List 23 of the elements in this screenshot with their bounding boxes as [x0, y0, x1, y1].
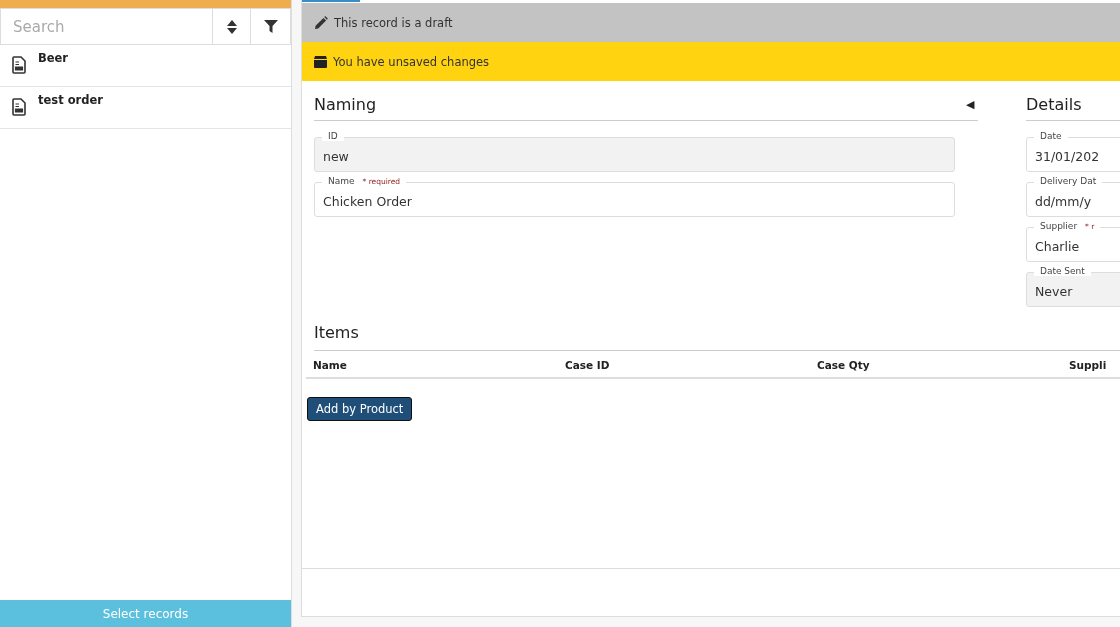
document-icon	[12, 98, 26, 116]
banner-text: This record is a draft	[334, 15, 453, 30]
box-icon	[314, 55, 327, 68]
record-item[interactable]: test order	[0, 87, 291, 129]
active-tab-indicator	[302, 0, 360, 2]
pencil-icon	[314, 15, 328, 30]
filter-button[interactable]	[251, 8, 291, 45]
banner-text: You have unsaved changes	[333, 54, 490, 69]
column-header: Suppli	[1069, 359, 1108, 371]
section-title: Details	[1026, 95, 1082, 114]
search-field[interactable]: Search	[0, 8, 213, 45]
column-header: Case ID	[565, 359, 611, 371]
add-by-product-button[interactable]: Add by Product	[307, 397, 413, 421]
section-title: Naming	[314, 95, 377, 114]
record-item[interactable]: Beer	[0, 45, 291, 87]
column-header: Name	[313, 359, 348, 371]
collapse-button[interactable]: ◀	[962, 98, 978, 111]
document-icon	[12, 56, 26, 74]
sort-icon	[226, 19, 237, 34]
section-title: Items	[314, 323, 1120, 351]
filter-icon	[263, 20, 278, 33]
column-header: Case Qty	[817, 359, 871, 371]
sort-button[interactable]	[213, 8, 251, 45]
